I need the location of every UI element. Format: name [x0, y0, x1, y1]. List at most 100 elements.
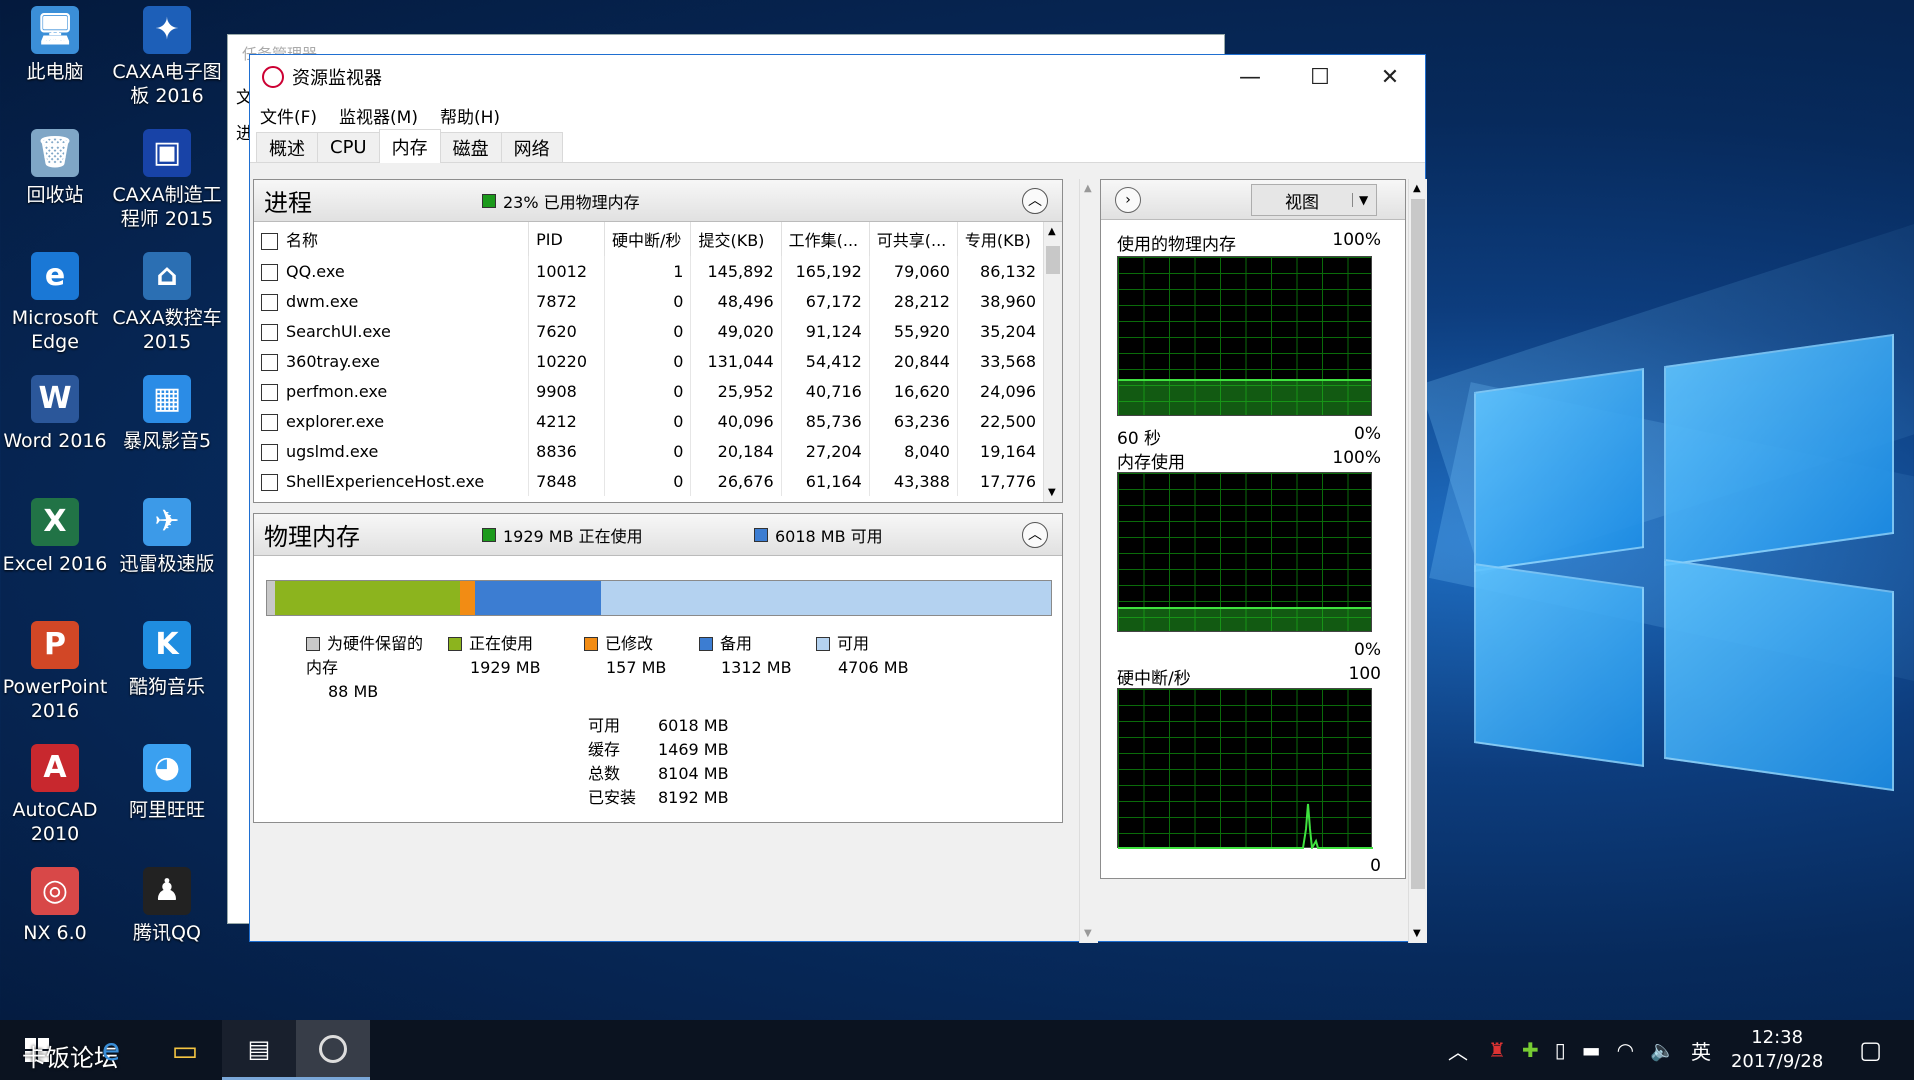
desktop-icon[interactable]: ⌂ CAXA数控车 2015: [112, 252, 222, 354]
desktop-icon[interactable]: ◕ 阿里旺旺: [112, 744, 222, 822]
stat-value: 1469 MB: [658, 740, 729, 759]
tab-network[interactable]: 网络: [500, 132, 563, 162]
cell-value: 86,132: [980, 261, 1036, 281]
resource-monitor-icon: [262, 66, 284, 88]
battery-icon[interactable]: ▬: [1582, 1038, 1601, 1062]
column-header[interactable]: 可共享(...: [869, 222, 958, 256]
menu-monitor[interactable]: 监视器(M): [339, 103, 418, 128]
column-header[interactable]: 提交(KB): [690, 222, 782, 256]
table-row[interactable]: dwm.exe 7872 0 48,496 67,172 28,212 38,960: [254, 286, 1045, 316]
desktop-icon[interactable]: P PowerPoint 2016: [0, 621, 110, 723]
desktop-icon[interactable]: 🗑 回收站: [0, 129, 110, 207]
column-header[interactable]: 硬中断/秒: [604, 222, 692, 256]
system-tray: ︿ ♜ ✚ ▯ ▬ ◠ 🔈 英 12:38 2017/9/28 ▢: [1448, 1020, 1882, 1080]
physical-memory-header[interactable]: 物理内存 1929 MB 正在使用 6018 MB 可用 ︿: [254, 514, 1062, 556]
table-row[interactable]: SearchUI.exe 7620 0 49,020 91,124 55,920 35,20…: [254, 316, 1045, 346]
app-icon: ◎: [31, 867, 79, 915]
resource-monitor-taskbar-icon[interactable]: [296, 1020, 370, 1080]
desktop-icon-label: CAXA数控车 2015: [112, 307, 222, 353]
column-header-label: 可共享(...: [876, 231, 947, 250]
table-row[interactable]: ShellExperienceHost.exe 7848 0 26,676 61,164…: [254, 466, 1045, 496]
close-button[interactable]: ✕: [1355, 55, 1425, 99]
desktop-icon[interactable]: ▣ CAXA制造工程师 2015: [112, 129, 222, 231]
row-checkbox[interactable]: [261, 323, 278, 341]
desktop-icon[interactable]: ▦ 暴风影音5: [112, 375, 222, 453]
processes-header[interactable]: 进程 23% 已用物理内存 ︿: [254, 180, 1062, 222]
action-center-icon[interactable]: ▢: [1859, 1036, 1882, 1064]
clock[interactable]: 12:38 2017/9/28: [1731, 1026, 1823, 1074]
row-checkbox[interactable]: [261, 383, 278, 401]
graph-hard-faults-min: 0: [1370, 856, 1381, 876]
desktop-icon[interactable]: ◎ NX 6.0: [0, 867, 110, 945]
cell-value: 27,204: [805, 441, 862, 461]
column-header[interactable]: 名称: [254, 222, 530, 256]
collapse-processes-button[interactable]: ︿: [1022, 188, 1048, 214]
right-panel-scrollbar[interactable]: ▲ ▼: [1408, 179, 1427, 943]
table-row[interactable]: QQ.exe 10012 1 145,892 165,192 79,060 86,132: [254, 256, 1045, 286]
title-bar[interactable]: 资源监视器 — ☐ ✕: [250, 55, 1425, 99]
desktop-icon[interactable]: W Word 2016: [0, 375, 110, 453]
tab-overview[interactable]: 概述: [256, 132, 318, 162]
cell-value: 131,044: [707, 351, 774, 371]
app-icon: e: [31, 252, 79, 300]
desktop-icon[interactable]: e Microsoft Edge: [0, 252, 110, 354]
file-explorer-icon[interactable]: ▭: [148, 1020, 222, 1080]
desktop-icon[interactable]: A AutoCAD 2010: [0, 744, 110, 846]
tab-memory[interactable]: 内存: [378, 129, 441, 163]
table-cell: 91,124: [781, 316, 870, 346]
cell-value: explorer.exe: [286, 411, 385, 431]
row-checkbox[interactable]: [261, 473, 278, 491]
volume-icon[interactable]: 🔈: [1650, 1038, 1675, 1062]
table-row[interactable]: ugslmd.exe 8836 0 20,184 27,204 8,040 19,164: [254, 436, 1045, 466]
process-table: 名称 PID 硬中断/秒 提交(KB) 工作集(... 可共享(... 专用(KB) QQ.…: [254, 222, 1045, 496]
ime-indicator[interactable]: 英: [1691, 1036, 1711, 1065]
cell-value: 17,776: [980, 471, 1036, 491]
360-security-icon[interactable]: ✚: [1522, 1038, 1539, 1062]
column-header[interactable]: PID: [528, 222, 605, 256]
table-row[interactable]: perfmon.exe 9908 0 25,952 40,716 16,620 24,096: [254, 376, 1045, 406]
row-checkbox[interactable]: [261, 263, 278, 281]
row-checkbox[interactable]: [261, 413, 278, 431]
task-manager-taskbar-icon[interactable]: ▤: [222, 1020, 296, 1080]
desktop-icon[interactable]: X Excel 2016: [0, 498, 110, 576]
desktop-icon[interactable]: K 酷狗音乐: [112, 621, 222, 699]
column-header[interactable]: 专用(KB): [957, 222, 1045, 256]
menu-file[interactable]: 文件(F): [260, 103, 317, 128]
tab-disk[interactable]: 磁盘: [439, 132, 502, 162]
menu-help[interactable]: 帮助(H): [440, 103, 500, 128]
table-cell: 48,496: [690, 286, 782, 316]
tab-cpu[interactable]: CPU: [317, 132, 380, 162]
expand-graphs-button[interactable]: ›: [1115, 187, 1141, 213]
collapse-physical-memory-button[interactable]: ︿: [1022, 522, 1048, 548]
legend-value: 1312 MB: [721, 658, 792, 677]
maximize-button[interactable]: ☐: [1285, 55, 1355, 99]
usb-icon[interactable]: ▯: [1555, 1038, 1566, 1062]
blue-square-icon: [754, 527, 768, 542]
resource-monitor-window[interactable]: 资源监视器 — ☐ ✕ 文件(F) 监视器(M) 帮助(H) 概述 CPU 内存…: [249, 54, 1427, 943]
gauge-icon: [319, 1034, 347, 1063]
cell-value: 4212: [536, 411, 577, 431]
edge-taskbar-icon[interactable]: e: [74, 1020, 148, 1080]
view-dropdown[interactable]: 视图 ▼: [1251, 184, 1377, 216]
table-row[interactable]: explorer.exe 4212 0 40,096 85,736 63,236 22,50…: [254, 406, 1045, 436]
desktop-icon[interactable]: ♟ 腾讯QQ: [112, 867, 222, 945]
table-cell: explorer.exe: [254, 406, 530, 436]
row-checkbox[interactable]: [261, 293, 278, 311]
left-panel-scrollbar[interactable]: ▲ ▼: [1079, 179, 1098, 943]
tab-strip: 概述 CPU 内存 磁盘 网络: [250, 129, 1425, 163]
cell-value: 0: [673, 321, 684, 341]
chevron-up-icon[interactable]: ︿: [1448, 1036, 1468, 1065]
process-scrollbar[interactable]: ▲ ▼: [1043, 222, 1062, 502]
row-checkbox[interactable]: [261, 353, 278, 371]
table-cell: ShellExperienceHost.exe: [254, 466, 530, 496]
select-all-checkbox[interactable]: [261, 233, 278, 250]
table-row[interactable]: 360tray.exe 10220 0 131,044 54,412 20,844 33,5…: [254, 346, 1045, 376]
desktop-icon[interactable]: ✈ 迅雷极速版: [112, 498, 222, 576]
column-header[interactable]: 工作集(...: [781, 222, 870, 256]
desktop-icon[interactable]: ✦ CAXA电子图板 2016: [112, 6, 222, 108]
minimize-button[interactable]: —: [1215, 55, 1285, 99]
desktop-icon[interactable]: 🖥 此电脑: [0, 6, 110, 84]
row-checkbox[interactable]: [261, 443, 278, 461]
wifi-icon[interactable]: ◠: [1617, 1038, 1634, 1062]
tray-app-icon[interactable]: ♜: [1488, 1038, 1506, 1062]
